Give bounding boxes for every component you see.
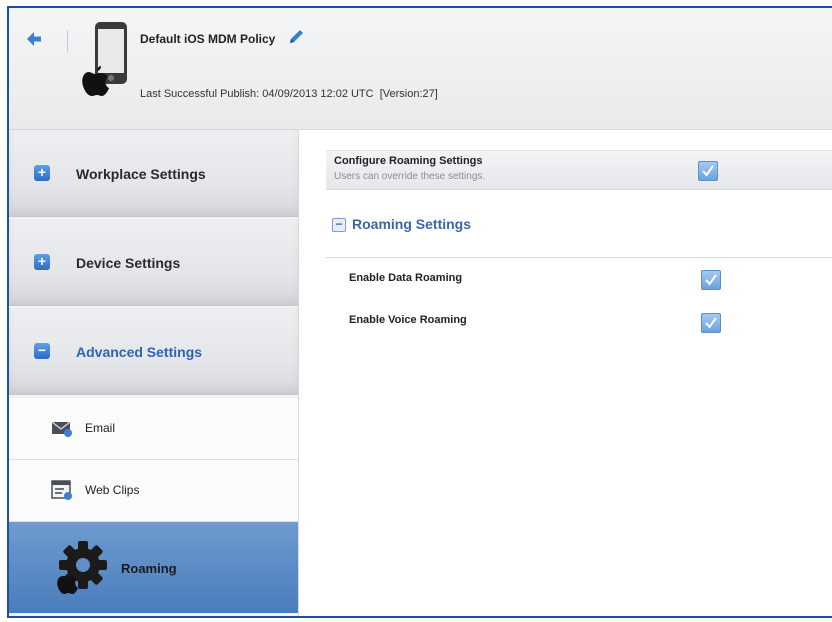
sidebar-item-email[interactable]: Email <box>9 398 298 460</box>
group-advanced-settings[interactable]: − Advanced Settings <box>9 308 298 395</box>
expand-plus-icon[interactable]: + <box>34 165 50 181</box>
publish-status: Last Successful Publish: 04/09/2013 12:0… <box>140 88 438 100</box>
configure-roaming-checkbox[interactable] <box>698 161 718 181</box>
sidebar-item-label: Web Clips <box>85 483 140 497</box>
group-device-settings[interactable]: + Device Settings <box>9 219 298 306</box>
collapse-minus-icon[interactable]: − <box>332 218 346 232</box>
voice-roaming-checkbox[interactable] <box>701 313 721 333</box>
roaming-settings-section[interactable]: − Roaming Settings <box>332 210 832 238</box>
section-divider <box>326 257 832 258</box>
group-workplace-settings[interactable]: + Workplace Settings <box>9 130 298 217</box>
settings-sidebar: + Workplace Settings + Device Settings −… <box>9 130 299 616</box>
section-title: Roaming Settings <box>352 216 472 232</box>
option-label-data-roaming: Enable Data Roaming <box>349 272 463 284</box>
group-label: Advanced Settings <box>76 344 203 360</box>
policy-title: Default iOS MDM Policy <box>140 32 276 46</box>
back-arrow-icon[interactable] <box>23 28 45 50</box>
gear-icon <box>53 538 111 596</box>
header-divider <box>67 30 68 52</box>
sidebar-item-roaming[interactable]: Roaming <box>9 522 298 613</box>
web-clips-icon <box>50 478 74 502</box>
policy-header: Default iOS MDM Policy Last Successful P… <box>9 8 832 130</box>
publish-label: Last Successful Publish: <box>140 88 260 100</box>
sidebar-item-label: Roaming <box>121 561 177 576</box>
sidebar-item-web-clips[interactable]: Web Clips <box>9 460 298 522</box>
app-window: Default iOS MDM Policy Last Successful P… <box>7 6 832 618</box>
version-badge: [Version:27] <box>379 88 438 100</box>
configure-subtitle: Users can override these settings. <box>334 171 486 182</box>
email-icon <box>50 416 74 440</box>
option-label-voice-roaming: Enable Voice Roaming <box>349 314 467 326</box>
settings-panel: Configure Roaming Settings Users can ove… <box>299 130 832 616</box>
configure-roaming-row: Configure Roaming Settings Users can ove… <box>326 150 832 190</box>
publish-timestamp: 04/09/2013 12:02 UTC <box>262 88 374 100</box>
sidebar-item-label: Email <box>85 421 116 435</box>
group-label: Device Settings <box>76 255 181 271</box>
group-label: Workplace Settings <box>76 166 206 182</box>
ios-device-icon <box>79 20 131 98</box>
expand-plus-icon[interactable]: + <box>34 254 50 270</box>
collapse-minus-icon[interactable]: − <box>34 343 50 359</box>
data-roaming-checkbox[interactable] <box>701 270 721 290</box>
pencil-icon[interactable] <box>287 28 305 46</box>
configure-title: Configure Roaming Settings <box>334 155 483 167</box>
